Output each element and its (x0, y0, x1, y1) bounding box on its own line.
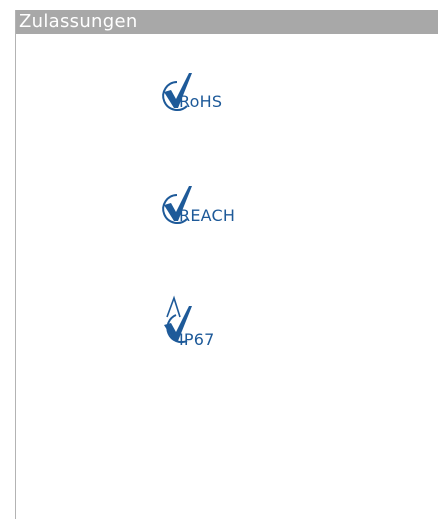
panel-title: Zulassungen (16, 10, 438, 34)
cert-rohs: RoHS (158, 70, 278, 118)
cert-label-reach: REACH (179, 206, 236, 225)
cert-ip67: IP67 (158, 295, 278, 349)
cert-label-rohs: RoHS (179, 92, 223, 111)
approvals-panel: Zulassungen RoHS REACH IP67 (15, 10, 438, 519)
cert-reach: REACH (158, 183, 278, 231)
cert-label-ip67: IP67 (179, 330, 215, 349)
